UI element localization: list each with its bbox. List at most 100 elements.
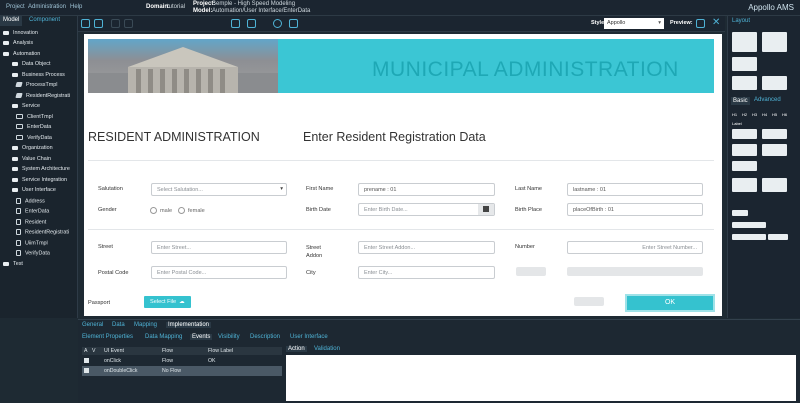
heading-h6[interactable]: H6 xyxy=(782,112,787,117)
tab-component[interactable]: Component xyxy=(26,16,63,26)
tree-item[interactable]: Test xyxy=(0,261,23,270)
layout-thumbnail[interactable] xyxy=(762,32,787,52)
tree-item[interactable]: User Interface xyxy=(0,187,56,196)
firstname-field[interactable]: prename : 01 xyxy=(358,183,495,196)
calendar-button[interactable] xyxy=(478,204,494,215)
save-icon[interactable] xyxy=(81,19,90,28)
tree-item[interactable]: Analysis xyxy=(0,40,33,49)
tree-item[interactable]: Service xyxy=(0,103,40,112)
panel-icon[interactable] xyxy=(247,19,256,28)
lastname-field[interactable]: lastname : 01 xyxy=(567,183,703,196)
tree-item[interactable]: UiimTmpl xyxy=(0,240,48,249)
tree-item[interactable]: ProcessTmpl xyxy=(0,82,57,91)
menu-help[interactable]: Help xyxy=(70,4,82,10)
tab-model[interactable]: Model xyxy=(0,16,23,26)
widget-thumbnail[interactable] xyxy=(762,144,787,156)
tree-item[interactable]: Service Integration xyxy=(0,177,67,186)
widget-thumbnail[interactable] xyxy=(732,161,757,171)
street-field[interactable]: Enter Street... xyxy=(151,241,287,254)
birthdate-field[interactable]: Enter Birth Date... xyxy=(358,203,495,216)
birthplace-field[interactable]: placeOfBirth : 01 xyxy=(567,203,703,216)
heading-h3[interactable]: H3 xyxy=(752,112,757,117)
tab-implementation[interactable]: Implementation xyxy=(166,322,212,328)
widget-thumbnail[interactable] xyxy=(732,222,766,228)
tree-item[interactable]: Innovation xyxy=(0,30,38,39)
select-file-button[interactable]: Select File ☁ xyxy=(144,296,191,308)
layout-thumbnail[interactable] xyxy=(732,57,757,71)
tree-item[interactable]: Automation xyxy=(0,51,40,60)
tree-item[interactable]: ResidentRegistrati xyxy=(0,229,69,238)
row-flow-label: OK xyxy=(208,358,216,364)
tab-visibility[interactable]: Visibility xyxy=(218,334,240,340)
tab-advanced[interactable]: Advanced xyxy=(754,97,781,103)
widget-thumbnail[interactable] xyxy=(732,144,757,156)
layout-thumbnail[interactable] xyxy=(762,76,787,90)
delete-icon[interactable] xyxy=(124,19,133,28)
heading-h1[interactable]: H1 xyxy=(732,112,737,117)
preview-icon[interactable] xyxy=(696,19,705,28)
widget-thumbnail[interactable] xyxy=(732,129,757,139)
heading-h2[interactable]: H2 xyxy=(742,112,747,117)
heading-h5[interactable]: H5 xyxy=(772,112,777,117)
row-checkbox[interactable] xyxy=(84,368,89,373)
widget-thumbnail[interactable] xyxy=(762,178,787,192)
row-checkbox[interactable] xyxy=(84,358,89,363)
action-editor[interactable] xyxy=(286,355,796,401)
tree-item[interactable]: Organization xyxy=(0,145,53,154)
tab-basic[interactable]: Basic xyxy=(731,97,750,105)
tab-layout[interactable]: Layout xyxy=(732,18,750,24)
postal-code-field[interactable]: Enter Postal Code... xyxy=(151,266,287,279)
menu-project[interactable]: Project xyxy=(6,4,25,10)
comment-icon[interactable] xyxy=(273,19,282,28)
tab-events[interactable]: Events xyxy=(190,334,213,340)
tab-action[interactable]: Action xyxy=(286,346,307,352)
tab-description[interactable]: Description xyxy=(250,334,280,340)
label-widget[interactable]: Label xyxy=(732,121,742,126)
tree-item[interactable]: Value Chain xyxy=(0,156,51,165)
refresh-icon[interactable] xyxy=(94,19,103,28)
tab-data-mapping[interactable]: Data Mapping xyxy=(145,334,182,340)
link-icon[interactable] xyxy=(111,19,120,28)
tree-item[interactable]: ResidentRegistrati xyxy=(0,93,70,102)
tree-item[interactable]: Data Object xyxy=(0,61,50,70)
menu-administration[interactable]: Administration xyxy=(28,4,66,10)
style-select[interactable]: Appollo ▾ xyxy=(604,18,664,29)
widget-thumbnail[interactable] xyxy=(762,129,787,139)
number-field[interactable]: Enter Street Number... xyxy=(567,241,703,254)
page-subtitle: Enter Resident Registration Data xyxy=(303,130,486,144)
table-row[interactable]: onDoubleClick No Flow xyxy=(82,366,282,376)
tree-item[interactable]: System Architecture xyxy=(0,166,70,175)
gender-female-radio[interactable] xyxy=(178,207,185,214)
layout-thumbnail[interactable] xyxy=(732,76,757,90)
tab-validation[interactable]: Validation xyxy=(314,346,340,352)
tab-user-interface[interactable]: User Interface xyxy=(290,334,328,340)
tab-mapping[interactable]: Mapping xyxy=(134,322,157,328)
tree-item[interactable]: Address xyxy=(0,198,45,207)
widget-thumbnail[interactable] xyxy=(732,178,757,192)
tree-item[interactable]: EnterData xyxy=(0,124,51,133)
close-icon[interactable]: ✕ xyxy=(712,17,720,28)
tab-element-properties[interactable]: Element Properties xyxy=(82,334,133,340)
salutation-select[interactable]: Select Salutation... ▾ xyxy=(151,183,287,196)
heading-h4[interactable]: H4 xyxy=(762,112,767,117)
street-addon-field[interactable]: Enter Street Addon... xyxy=(358,241,495,254)
widget-thumbnail[interactable] xyxy=(732,234,766,240)
table-row[interactable]: onClick Flow OK xyxy=(82,356,282,366)
tree-item[interactable]: EnterData xyxy=(0,208,49,217)
city-field[interactable]: Enter City... xyxy=(358,266,495,279)
bookmark-icon[interactable] xyxy=(289,19,298,28)
layout-thumbnail[interactable] xyxy=(732,32,757,52)
gender-male-radio[interactable] xyxy=(150,207,157,214)
layout-icon[interactable] xyxy=(231,19,240,28)
tree-item[interactable]: Resident xyxy=(0,219,46,228)
tab-general[interactable]: General xyxy=(82,322,103,328)
tab-data[interactable]: Data xyxy=(112,322,125,328)
tree-item[interactable]: VerifyData xyxy=(0,250,50,259)
widget-thumbnail[interactable] xyxy=(732,210,748,216)
tree-item[interactable]: VerifyData xyxy=(0,135,52,144)
ok-button[interactable]: OK xyxy=(625,294,715,312)
passport-label: Passport xyxy=(88,300,111,306)
widget-thumbnail[interactable] xyxy=(768,234,788,240)
tree-item[interactable]: Business Process xyxy=(0,72,65,81)
tree-item[interactable]: ClientTmpl xyxy=(0,114,53,123)
